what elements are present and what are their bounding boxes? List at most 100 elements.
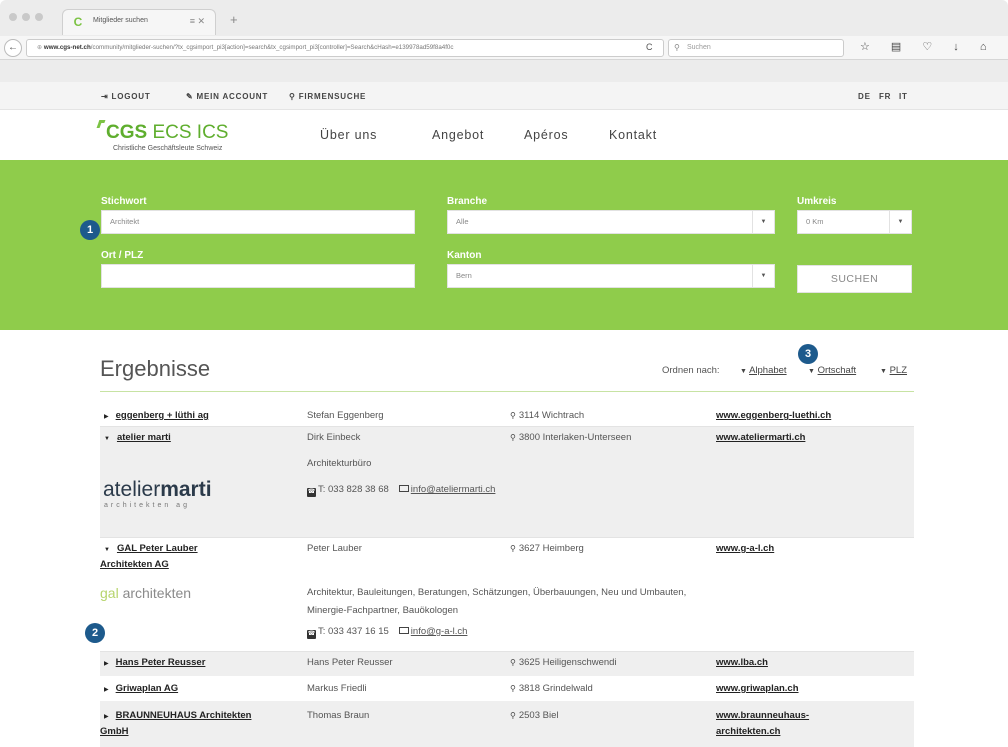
browser-titlebar: C Mitglieder suchen ≡ ✕ +	[0, 0, 1008, 36]
sort-ortschaft-link[interactable]: ▼ Ortschaft	[808, 365, 856, 376]
tab-title: Mitglieder suchen	[93, 17, 148, 24]
result-name-link[interactable]: ▶ Hans Peter Reusser	[104, 657, 205, 668]
sort-alphabet-link[interactable]: ▼ Alphabet	[740, 365, 787, 376]
result-person: Markus Friedli	[307, 683, 367, 694]
result-name-link[interactable]: ▶ BRAUNNEUHAUS Architekten	[104, 710, 251, 721]
logout-icon: ⇥	[101, 92, 109, 101]
new-tab-button[interactable]: +	[230, 12, 238, 27]
sort-plz-link[interactable]: ▼ PLZ	[880, 365, 907, 376]
back-arrow-icon[interactable]: ←	[4, 39, 22, 57]
result-name-link[interactable]: ▶ eggenberg + lüthi ag	[104, 410, 209, 421]
browser-navbar: ← ⊕ www.cgs-net.ch/community/mitglieder-…	[0, 36, 1008, 60]
tab-close-icon[interactable]: ≡ ✕	[190, 16, 205, 27]
result-name-line2[interactable]: GmbH	[100, 726, 129, 737]
nav-ueber-uns[interactable]: Über uns	[320, 128, 377, 142]
branche-select[interactable]: Alle ▼	[447, 210, 775, 234]
browser-search-input[interactable]: ⚲ Suchen	[668, 39, 844, 57]
result-place: ⚲ 3627 Heimberg	[510, 543, 584, 554]
lang-de-link[interactable]: DE	[858, 92, 871, 101]
zoom-window-button[interactable]	[35, 13, 43, 21]
close-window-button[interactable]	[9, 13, 17, 21]
result-website-link[interactable]: www.griwaplan.ch	[716, 683, 799, 694]
mail-icon	[398, 627, 409, 634]
result-place-text: 3114 Wichtrach	[518, 410, 585, 421]
annotation-badge-1: 1	[80, 220, 100, 240]
globe-icon: ⊕	[37, 44, 44, 51]
result-website-link[interactable]: www.g-a-l.ch	[716, 543, 774, 554]
result-place: ⚲ 2503 Biel	[510, 710, 558, 721]
result-website-link[interactable]: www.eggenberg-luethi.ch	[716, 410, 831, 421]
url-domain: www.cgs-net.ch	[43, 44, 91, 51]
ort-label: Ort / PLZ	[101, 250, 144, 261]
browser-search-placeholder: Suchen	[687, 44, 711, 51]
result-name-link[interactable]: ▶ Griwaplan AG	[104, 683, 178, 694]
result-name-link[interactable]: ▼ atelier marti	[104, 432, 171, 443]
expand-triangle-icon: ▶	[104, 714, 109, 720]
search-icon: ⚲	[674, 43, 680, 52]
result-place: ⚲ 3114 Wichtrach	[510, 410, 584, 421]
address-bar[interactable]: ⊕ www.cgs-net.ch/community/mitglieder-su…	[26, 39, 664, 57]
result-place-text: 3818 Grindelwald	[518, 683, 593, 694]
chevron-down-icon: ▼	[752, 265, 774, 287]
site-logo[interactable]: CGS ECS ICS	[106, 122, 229, 144]
sort-triangle-icon: ▼	[808, 368, 815, 375]
result-name: eggenberg + lüthi ag	[115, 410, 209, 421]
account-link[interactable]: ✎ MEIN ACCOUNT	[186, 92, 268, 101]
annotation-badge-2: 2	[85, 623, 105, 643]
row-separator	[100, 537, 914, 538]
nav-angebot[interactable]: Angebot	[432, 128, 484, 142]
collapse-triangle-icon: ▼	[104, 436, 110, 442]
gal-logo: gal architekten	[100, 585, 191, 601]
result-name-link[interactable]: ▼ GAL Peter Lauber	[104, 543, 198, 554]
site-topbar: ⇥ LOGOUT ✎ MEIN ACCOUNT ⚲ FIRMENSUCHE DE…	[0, 82, 1008, 110]
mail-icon	[398, 485, 409, 492]
logo-rest: ECS ICS	[147, 122, 229, 143]
location-pin-icon: ⚲	[510, 544, 516, 553]
result-name: atelier marti	[116, 432, 171, 443]
browser-tab[interactable]: C Mitglieder suchen ≡ ✕	[62, 9, 216, 35]
stichwort-input[interactable]: Architekt	[101, 210, 415, 234]
result-description: Architektur, Bauleitungen, Beratungen, S…	[307, 587, 687, 616]
browser-window: C Mitglieder suchen ≡ ✕ + ← ⊕ www.cgs-ne…	[0, 0, 1008, 747]
logo-bold: CGS	[106, 122, 148, 143]
logo-bold: marti	[160, 478, 212, 501]
umkreis-select[interactable]: 0 Km ▼	[797, 210, 912, 234]
expand-triangle-icon: ▶	[104, 687, 109, 693]
minimize-window-button[interactable]	[22, 13, 30, 21]
firmensuche-link[interactable]: ⚲ FIRMENSUCHE	[289, 92, 366, 101]
kanton-select[interactable]: Bern ▼	[447, 264, 775, 288]
collapse-triangle-icon: ▼	[104, 547, 110, 553]
expand-triangle-icon: ▶	[104, 661, 109, 667]
reload-icon[interactable]: C	[646, 42, 653, 52]
result-person: Peter Lauber	[307, 543, 362, 554]
chevron-down-icon: ▼	[889, 211, 911, 233]
result-email-link[interactable]: info@g-a-l.ch	[411, 626, 468, 637]
nav-aperos[interactable]: Apéros	[524, 128, 568, 142]
gal-logo-mark: gal	[100, 585, 119, 601]
browser-toolbar-icons[interactable]: ☆ ▤ ♡ ↓ ⌂ ☻ ≡	[860, 40, 1008, 53]
suchen-button[interactable]: SUCHEN	[797, 265, 912, 293]
phone-icon: ☎	[307, 488, 316, 497]
result-place: ⚲ 3800 Interlaken-Unterseen	[510, 432, 631, 443]
result-website-link[interactable]: www.braunneuhaus-	[716, 710, 809, 721]
result-name: Hans Peter Reusser	[115, 657, 206, 668]
nav-kontakt[interactable]: Kontakt	[609, 128, 657, 142]
result-phone: T: 033 828 38 68	[318, 484, 389, 495]
result-website-link[interactable]: www.ateliermarti.ch	[716, 432, 805, 443]
result-name-line2[interactable]: Architekten AG	[100, 559, 169, 570]
umkreis-value: 0 Km	[806, 217, 824, 226]
result-person: Stefan Eggenberg	[307, 410, 384, 421]
ort-plz-input[interactable]	[101, 264, 415, 288]
lang-it-link[interactable]: IT	[899, 92, 908, 101]
lang-fr-link[interactable]: FR	[879, 92, 891, 101]
result-contact: ☎ T: 033 437 16 15 info@g-a-l.ch	[307, 626, 467, 639]
result-website-link-line2[interactable]: architekten.ch	[716, 726, 780, 737]
result-category: Architekturbüro	[307, 458, 372, 469]
result-website-link[interactable]: www.lba.ch	[716, 657, 768, 668]
umkreis-label: Umkreis	[797, 196, 837, 207]
logout-link[interactable]: ⇥ LOGOUT	[101, 92, 151, 101]
result-contact: ☎ T: 033 828 38 68 info@ateliermarti.ch	[307, 484, 495, 497]
result-email-link[interactable]: info@ateliermarti.ch	[411, 484, 496, 495]
results-title: Ergebnisse	[100, 356, 211, 381]
annotation-badge-3: 3	[798, 344, 818, 364]
